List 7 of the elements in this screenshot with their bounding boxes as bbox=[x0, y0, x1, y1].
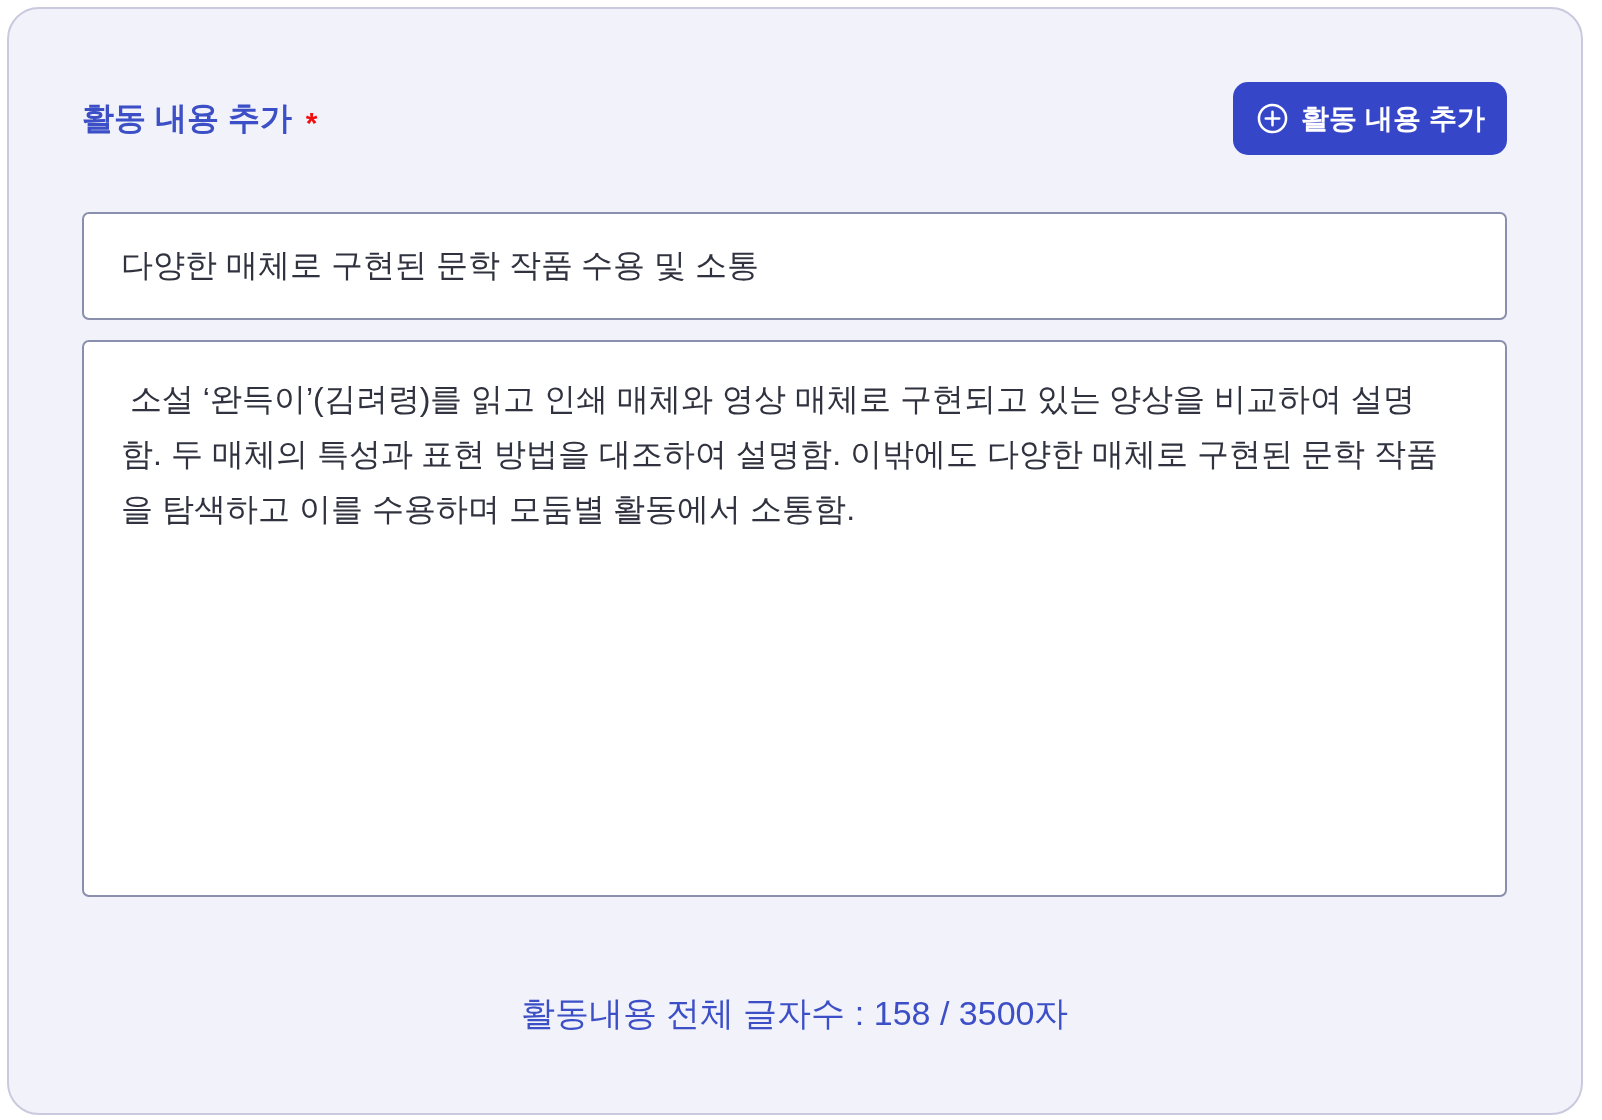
plus-circle-icon bbox=[1257, 103, 1289, 134]
required-mark: * bbox=[305, 105, 318, 140]
add-activity-button[interactable]: 활동 내용 추가 bbox=[1233, 82, 1507, 155]
title-input-field[interactable]: 다양한 매체로 구현된 문학 작품 수용 및 소통 bbox=[82, 212, 1507, 320]
section-title: 활동 내용 추가 bbox=[82, 98, 292, 138]
character-count: 활동내용 전체 글자수 : 158 / 3500자 bbox=[519, 993, 1070, 1034]
content-text-area[interactable]: 소설 ‘완득이’(김려령)를 읽고 인쇄 매체와 영상 매체로 구현되고 있는 양상을 비교하여 설명함. 두 매체의 특성과 표현 방법을 대조하여 설명함. 이밖에도 다양한 매체로 구현된 문학 작품을 탐색하고 이를 수용하며 모둠별 활동에서 소통함. bbox=[82, 340, 1507, 897]
